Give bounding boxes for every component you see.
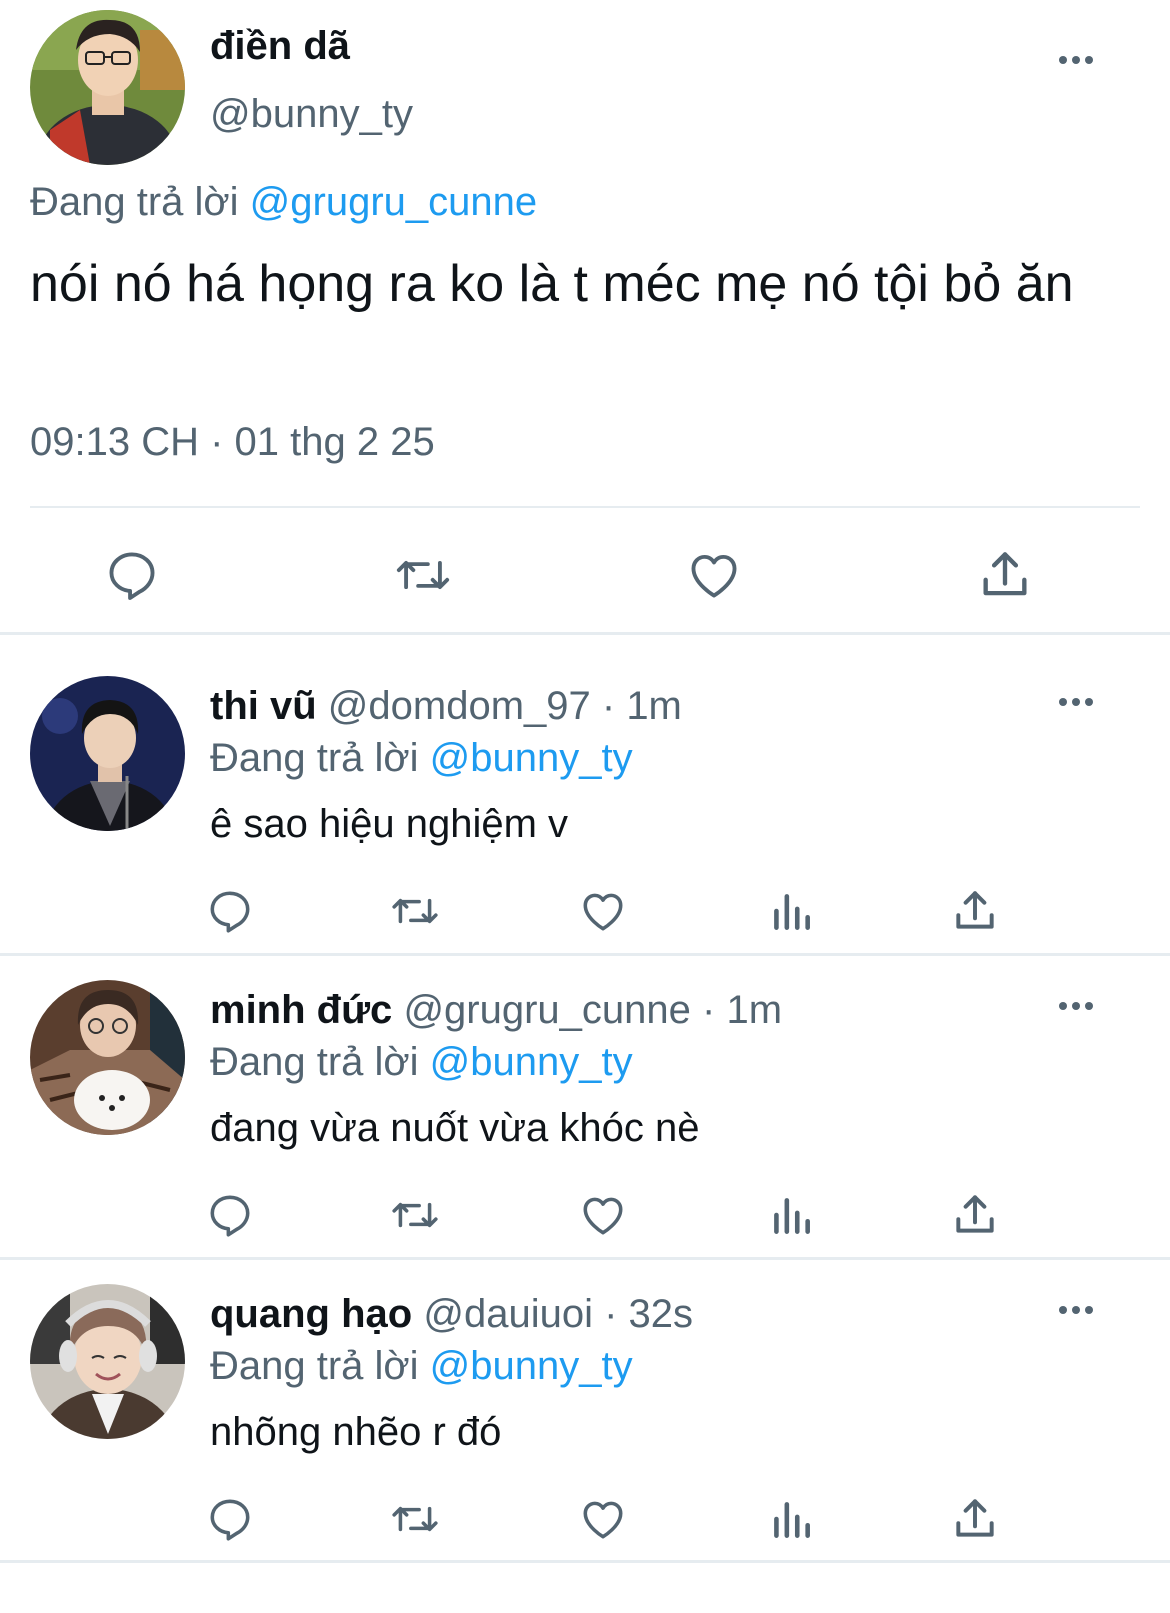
- like-button[interactable]: [578, 1190, 628, 1240]
- replying-to: Đang trả lời @bunny_ty: [210, 736, 633, 781]
- like-button[interactable]: [684, 545, 744, 605]
- reply-icon: [210, 1195, 250, 1237]
- share-button[interactable]: [950, 1190, 1000, 1240]
- divider: [0, 1560, 1170, 1563]
- retweet-button[interactable]: [387, 886, 443, 936]
- more-dots-icon: [1059, 1306, 1067, 1314]
- retweet-button[interactable]: [387, 1190, 443, 1240]
- tweet-timestamp[interactable]: 09:13 CH · 01 thg 2 25: [30, 420, 435, 465]
- reply-tweet[interactable]: thi vũ @domdom_97 · 1m Đang trả lời @bun…: [0, 658, 1170, 970]
- replying-to: Đang trả lời @grugru_cunne: [30, 180, 537, 225]
- main-tweet: điền dã @bunny_ty Đang trả lời @grugru_c…: [0, 0, 1170, 651]
- tweet-actions: [0, 545, 1170, 615]
- divider: [0, 632, 1170, 635]
- like-icon: [583, 1501, 623, 1539]
- retweet-icon: [392, 1202, 438, 1228]
- reply-icon: [210, 1499, 250, 1541]
- more-dots-icon: [1059, 1002, 1067, 1010]
- reply-tweet[interactable]: minh đức @grugru_cunne · 1m Đang trả lời…: [0, 962, 1170, 1274]
- author-handle[interactable]: @bunny_ty: [210, 92, 413, 137]
- retweet-icon: [392, 1506, 438, 1532]
- replying-to: Đang trả lời @bunny_ty: [210, 1344, 633, 1389]
- replying-to-link[interactable]: @bunny_ty: [430, 1040, 633, 1084]
- replying-prefix: Đang trả lời: [210, 736, 419, 780]
- views-button[interactable]: [766, 1190, 816, 1240]
- more-options-button[interactable]: [1046, 1295, 1106, 1325]
- share-icon: [956, 891, 994, 929]
- views-button[interactable]: [766, 1494, 816, 1544]
- reply-text: ê sao hiệu nghiệm v: [210, 802, 569, 846]
- author-name[interactable]: quang hạo: [210, 1292, 412, 1336]
- replying-prefix: Đang trả lời: [30, 180, 239, 224]
- author-handle[interactable]: @domdom_97: [328, 684, 591, 728]
- replying-prefix: Đang trả lời: [210, 1344, 419, 1388]
- reply-header: thi vũ @domdom_97 · 1m: [210, 684, 682, 729]
- author-name[interactable]: điền dã: [210, 24, 350, 69]
- separator-dot: ·: [590, 684, 627, 728]
- like-button[interactable]: [578, 1494, 628, 1544]
- divider: [30, 506, 1140, 508]
- reply-text: đang vừa nuốt vừa khóc nè: [210, 1106, 700, 1150]
- retweet-button[interactable]: [388, 545, 458, 605]
- share-icon: [983, 552, 1027, 596]
- divider: [0, 1257, 1170, 1260]
- more-dots-icon: [1059, 698, 1067, 706]
- retweet-icon: [392, 898, 438, 924]
- author-name[interactable]: thi vũ: [210, 684, 317, 728]
- views-icon: [774, 1502, 810, 1538]
- divider: [0, 953, 1170, 956]
- reply-button[interactable]: [205, 886, 255, 936]
- replying-to-link[interactable]: @bunny_ty: [430, 1344, 633, 1388]
- replying-prefix: Đang trả lời: [210, 1040, 419, 1084]
- tweet-text: nói nó há họng ra ko là t méc mẹ nó tội …: [30, 255, 1074, 313]
- more-options-button[interactable]: [1046, 991, 1106, 1021]
- share-button[interactable]: [950, 886, 1000, 936]
- separator-dot: ·: [690, 988, 727, 1032]
- reply-header: minh đức @grugru_cunne · 1m: [210, 988, 782, 1033]
- share-icon: [956, 1195, 994, 1233]
- retweet-button[interactable]: [387, 1494, 443, 1544]
- reply-icon: [109, 552, 155, 600]
- reply-time[interactable]: 32s: [629, 1292, 694, 1336]
- like-button[interactable]: [578, 886, 628, 936]
- more-dots-icon: [1059, 56, 1067, 64]
- like-icon: [583, 893, 623, 931]
- more-options-button[interactable]: [1046, 45, 1106, 75]
- reply-actions: [0, 1190, 1170, 1250]
- reply-actions: [0, 886, 1170, 946]
- share-button[interactable]: [950, 1494, 1000, 1544]
- reply-actions: [0, 1494, 1170, 1554]
- author-handle[interactable]: @grugru_cunne: [403, 988, 690, 1032]
- share-button[interactable]: [975, 545, 1035, 605]
- more-options-button[interactable]: [1046, 687, 1106, 717]
- reply-tweet[interactable]: quang hạo @dauiuoi · 32s Đang trả lời @b…: [0, 1266, 1170, 1578]
- replying-to-link[interactable]: @bunny_ty: [430, 736, 633, 780]
- replying-to-link[interactable]: @grugru_cunne: [250, 180, 537, 224]
- like-icon: [691, 554, 737, 598]
- retweet-icon: [396, 560, 450, 590]
- author-handle[interactable]: @dauiuoi: [423, 1292, 593, 1336]
- views-button[interactable]: [766, 886, 816, 936]
- views-icon: [774, 894, 810, 930]
- author-name[interactable]: minh đức: [210, 988, 392, 1032]
- reply-time[interactable]: 1m: [626, 684, 682, 728]
- reply-button[interactable]: [205, 1190, 255, 1240]
- reply-header: quang hạo @dauiuoi · 32s: [210, 1292, 693, 1337]
- avatar[interactable]: [30, 10, 185, 165]
- views-icon: [774, 1198, 810, 1234]
- separator-dot: ·: [592, 1292, 629, 1336]
- avatar[interactable]: [30, 1284, 185, 1439]
- avatar[interactable]: [30, 676, 185, 831]
- reply-button[interactable]: [102, 545, 162, 605]
- like-icon: [583, 1197, 623, 1235]
- reply-text: nhõng nhẽo r đó: [210, 1410, 502, 1454]
- reply-icon: [210, 891, 250, 933]
- reply-time[interactable]: 1m: [726, 988, 782, 1032]
- share-icon: [956, 1499, 994, 1537]
- tweet-thread: điền dã @bunny_ty Đang trả lời @grugru_c…: [0, 0, 1170, 1613]
- reply-button[interactable]: [205, 1494, 255, 1544]
- avatar[interactable]: [30, 980, 185, 1135]
- replying-to: Đang trả lời @bunny_ty: [210, 1040, 633, 1085]
